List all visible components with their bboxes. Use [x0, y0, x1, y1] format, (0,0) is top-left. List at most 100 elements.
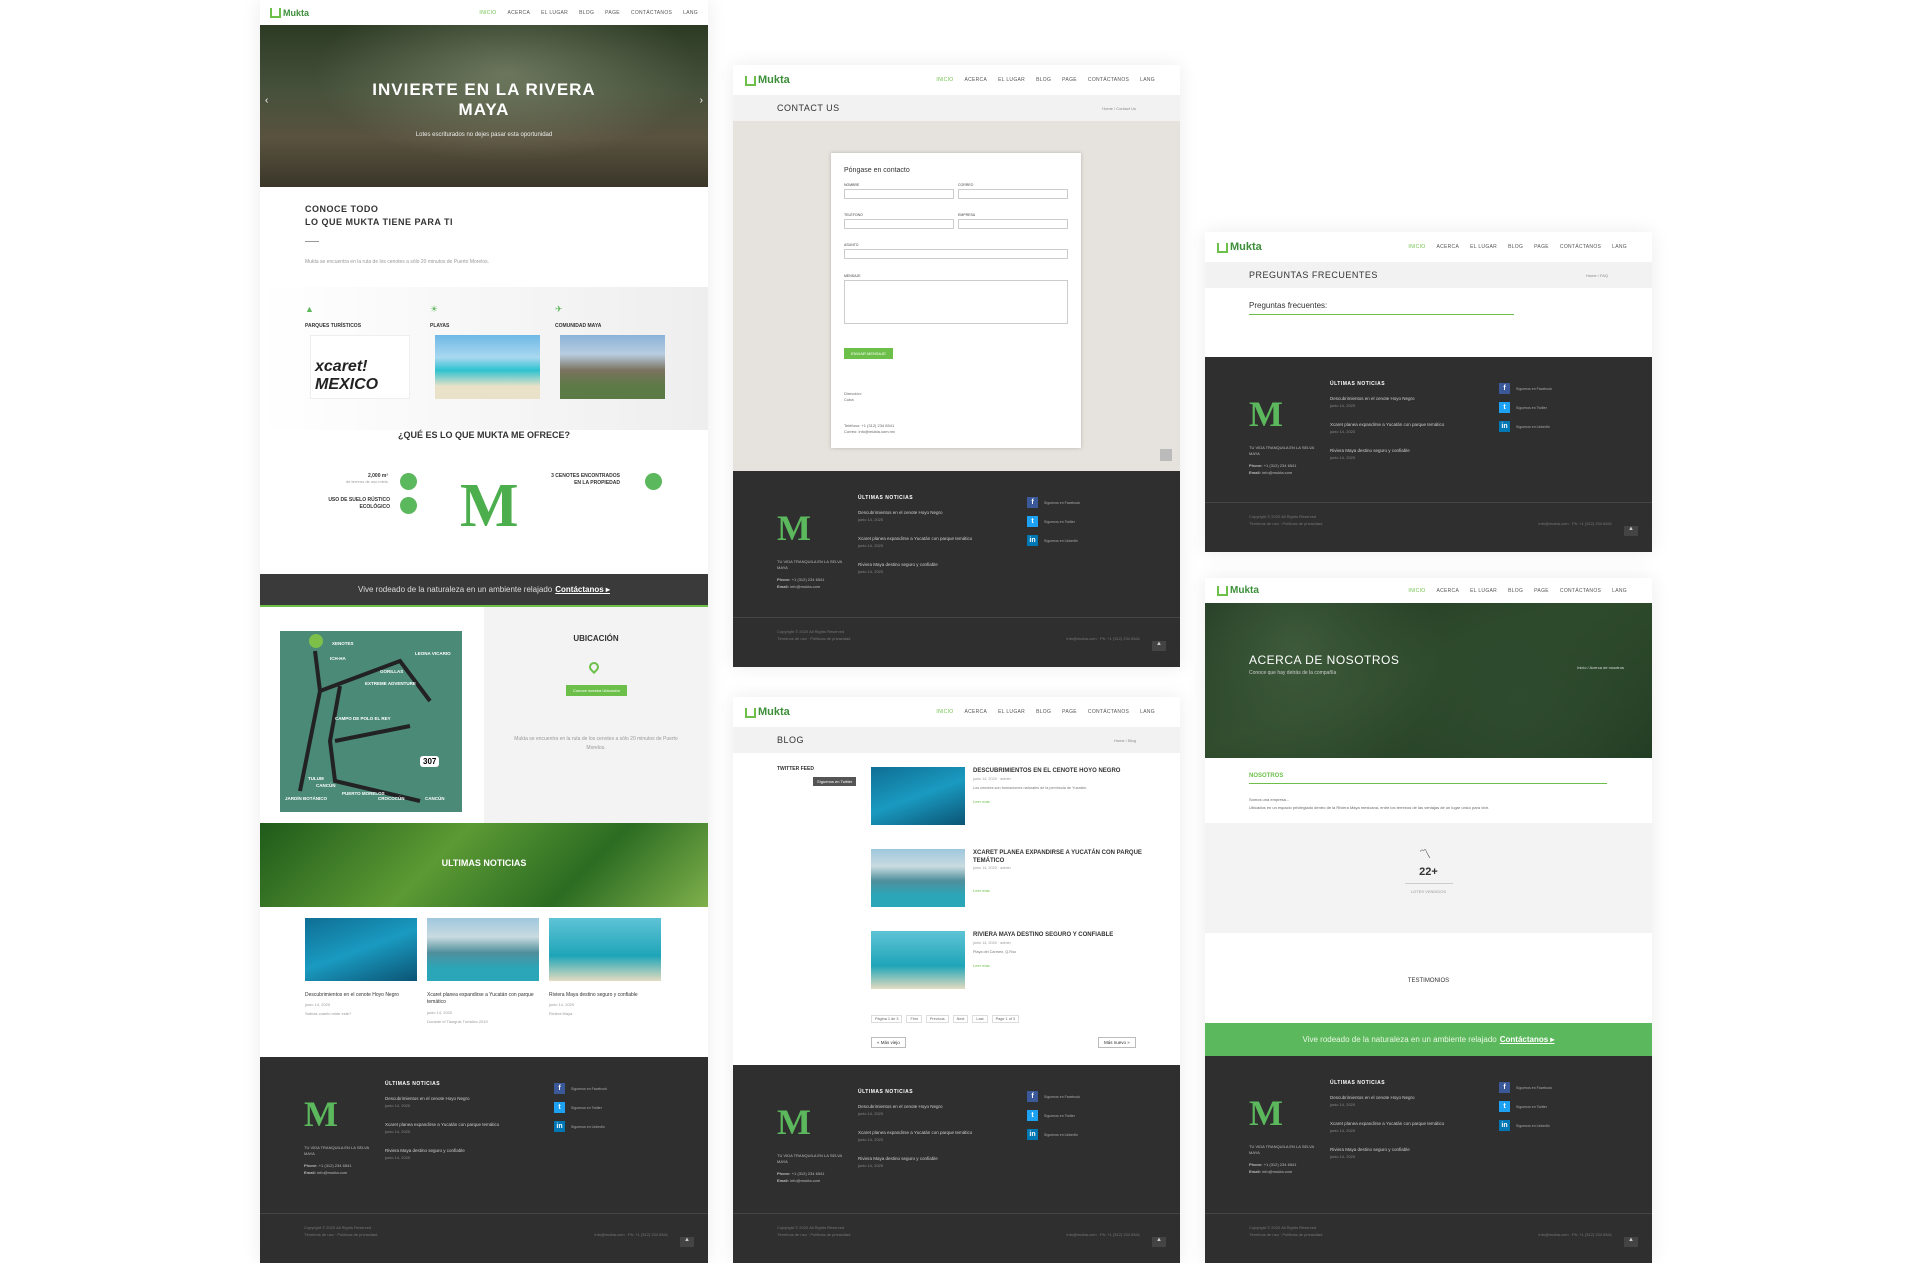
back-to-top-icon[interactable]: ▲ [1624, 526, 1638, 536]
twitter-follow-button[interactable]: Síguenos en Twitter [813, 777, 857, 786]
nav-item-2[interactable]: EL LUGAR [998, 77, 1025, 83]
footer-news-item[interactable]: Riviera Maya destino seguro y confiable j… [1330, 447, 1450, 461]
form-input-nombre[interactable] [844, 189, 954, 199]
news-image[interactable] [549, 918, 661, 981]
social-link[interactable]: f Síguenos en Facebook [554, 1083, 607, 1094]
back-to-top-icon[interactable]: ▲ [1624, 1237, 1638, 1247]
nav-item-2[interactable]: EL LUGAR [998, 709, 1025, 715]
nav-item-4[interactable]: PAGE [605, 10, 620, 16]
footer-news-item[interactable]: Xcaret planea expandirse a Yucatán con p… [1330, 421, 1450, 435]
news-image[interactable] [305, 918, 417, 981]
nav-item-6[interactable]: LANG [1612, 588, 1627, 594]
pager-item[interactable]: Page 1 of 3 [991, 1015, 1020, 1023]
news-title[interactable]: Riviera Maya destino seguro y confiable [549, 992, 659, 999]
news-image[interactable] [427, 918, 539, 981]
feature-image-1[interactable] [435, 335, 540, 399]
form-input-correo[interactable] [958, 189, 1068, 199]
blog-post-title[interactable]: RIVIERA MAYA DESTINO SEGURO Y CONFIABLE [973, 931, 1143, 939]
news-title[interactable]: Xcaret planea expandirse a Yucatán con p… [427, 992, 537, 1006]
nav-item-1[interactable]: ACERCA [1436, 588, 1459, 594]
footer-news-item[interactable]: Descubrimientos en el cenote Hoyo Negro j… [858, 1103, 978, 1117]
nav-item-0[interactable]: INICIO [936, 77, 953, 83]
nav-item-1[interactable]: ACERCA [964, 77, 987, 83]
contact-logo[interactable]: Mukta [745, 74, 790, 86]
social-link[interactable]: in Síguenos en LinkedIn [1499, 421, 1552, 432]
footer-news-item[interactable]: Riviera Maya destino seguro y confiable j… [385, 1147, 505, 1161]
blog-post-image[interactable] [871, 931, 965, 989]
form-input-asunto[interactable] [844, 249, 1068, 259]
form-input-teléfono[interactable] [844, 219, 954, 229]
back-to-top-icon[interactable]: ▲ [680, 1237, 694, 1247]
nav-item-5[interactable]: CONTÁCTANOS [631, 10, 672, 16]
nav-item-2[interactable]: EL LUGAR [1470, 588, 1497, 594]
older-posts-button[interactable]: « Más viejo [871, 1037, 906, 1048]
nav-item-2[interactable]: EL LUGAR [1470, 244, 1497, 250]
pager-item[interactable]: First [906, 1015, 922, 1023]
hero-next-arrow-icon[interactable]: › [700, 95, 703, 106]
nav-item-6[interactable]: LANG [1140, 77, 1155, 83]
footer-news-item[interactable]: Riviera Maya destino seguro y confiable j… [858, 1155, 978, 1169]
nav-item-4[interactable]: PAGE [1534, 588, 1549, 594]
nav-item-4[interactable]: PAGE [1062, 709, 1077, 715]
blog-post-title[interactable]: DESCUBRIMIENTOS EN EL CENOTE HOYO NEGRO [973, 767, 1143, 775]
nav-item-3[interactable]: BLOG [1036, 709, 1051, 715]
nav-item-3[interactable]: BLOG [579, 10, 594, 16]
social-link[interactable]: f Síguenos en Facebook [1027, 1091, 1080, 1102]
footer-links[interactable]: Términos de uso · Políticas de privacida… [777, 1232, 850, 1238]
footer-links[interactable]: Términos de uso · Políticas de privacida… [1249, 1232, 1322, 1238]
nav-item-5[interactable]: CONTÁCTANOS [1088, 709, 1129, 715]
nav-item-1[interactable]: ACERCA [964, 709, 987, 715]
submit-button[interactable]: ENVIAR MENSAJE [844, 348, 893, 359]
footer-news-item[interactable]: Xcaret planea expandirse a Yucatán con p… [385, 1121, 505, 1135]
nav-item-3[interactable]: BLOG [1036, 77, 1051, 83]
map-expand-icon[interactable] [1160, 449, 1172, 461]
news-title[interactable]: Descubrimientos en el cenote Hoyo Negro [305, 992, 415, 999]
newer-posts-button[interactable]: Más nuevo » [1098, 1037, 1136, 1048]
feature-image-0[interactable]: xcaret! MEXICO [310, 335, 410, 399]
social-link[interactable]: f Síguenos en Facebook [1027, 497, 1080, 508]
footer-news-item[interactable]: Descubrimientos en el cenote Hoyo Negro j… [1330, 1094, 1450, 1108]
faq-logo[interactable]: Mukta [1217, 241, 1262, 253]
footer-links[interactable]: Términos de uso · Políticas de privacida… [777, 636, 850, 642]
nav-item-5[interactable]: CONTÁCTANOS [1560, 588, 1601, 594]
social-link[interactable]: t Síguenos en Twitter [554, 1102, 607, 1113]
nav-item-3[interactable]: BLOG [1508, 244, 1523, 250]
social-link[interactable]: in Síguenos en LinkedIn [1499, 1120, 1552, 1131]
feature-image-2[interactable] [560, 335, 665, 399]
pager-item[interactable]: Página 1 de 3 [871, 1015, 903, 1023]
footer-news-item[interactable]: Descubrimientos en el cenote Hoyo Negro j… [1330, 395, 1450, 409]
footer-news-item[interactable]: Xcaret planea expandirse a Yucatán con p… [858, 1129, 978, 1143]
blog-post-title[interactable]: XCARET PLANEA EXPANDIRSE A YUCATÁN CON P… [973, 849, 1143, 865]
footer-links[interactable]: Términos de uso · Políticas de privacida… [304, 1232, 377, 1238]
about-cta-link[interactable]: Contáctanos ▸ [1500, 1035, 1555, 1044]
footer-news-item[interactable]: Riviera Maya destino seguro y confiable j… [858, 561, 978, 575]
social-link[interactable]: f Síguenos en Facebook [1499, 1082, 1552, 1093]
footer-news-item[interactable]: Riviera Maya destino seguro y confiable j… [1330, 1146, 1450, 1160]
location-button[interactable]: Conoce nuestra Ubicación [566, 685, 627, 696]
home-logo[interactable]: Mukta [270, 7, 309, 18]
home-cta-link[interactable]: Contáctanos ▸ [555, 585, 610, 594]
footer-news-item[interactable]: Descubrimientos en el cenote Hoyo Negro j… [385, 1095, 505, 1109]
blog-post-image[interactable] [871, 767, 965, 825]
pager-item[interactable]: Previous [925, 1015, 949, 1023]
nav-item-4[interactable]: PAGE [1062, 77, 1077, 83]
pager-item[interactable]: Last [972, 1015, 988, 1023]
social-link[interactable]: t Síguenos en Twitter [1499, 1101, 1552, 1112]
nav-item-2[interactable]: EL LUGAR [541, 10, 568, 16]
nav-item-6[interactable]: LANG [1140, 709, 1155, 715]
social-link[interactable]: in Síguenos en LinkedIn [1027, 535, 1080, 546]
form-input-mensaje[interactable] [844, 280, 1068, 324]
pager-item[interactable]: Next [952, 1015, 969, 1023]
nav-item-6[interactable]: LANG [683, 10, 698, 16]
back-to-top-icon[interactable]: ▲ [1152, 1237, 1166, 1247]
footer-links[interactable]: Términos de uso · Políticas de privacida… [1249, 521, 1322, 527]
nav-item-1[interactable]: ACERCA [507, 10, 530, 16]
back-to-top-icon[interactable]: ▲ [1152, 641, 1166, 651]
social-link[interactable]: in Síguenos en LinkedIn [1027, 1129, 1080, 1140]
social-link[interactable]: f Síguenos en Facebook [1499, 383, 1552, 394]
hero-prev-arrow-icon[interactable]: ‹ [265, 95, 268, 106]
form-input-empresa[interactable] [958, 219, 1068, 229]
footer-news-item[interactable]: Xcaret planea expandirse a Yucatán con p… [1330, 1120, 1450, 1134]
nav-item-3[interactable]: BLOG [1508, 588, 1523, 594]
nav-item-0[interactable]: INICIO [479, 10, 496, 16]
